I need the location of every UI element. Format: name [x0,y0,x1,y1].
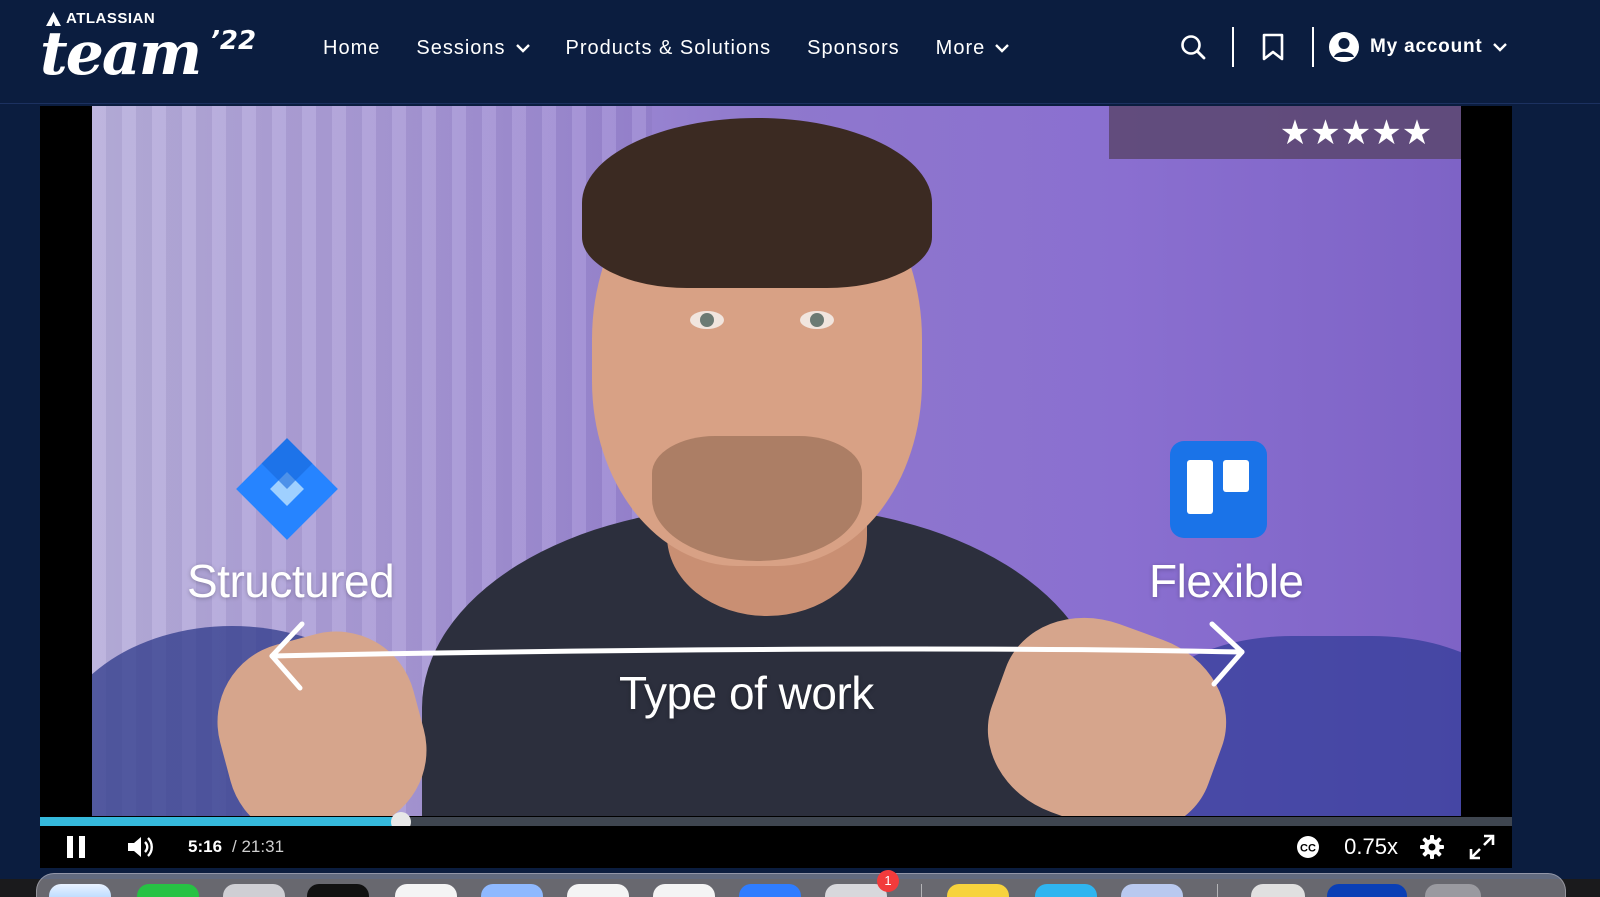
fullscreen-button[interactable] [1452,826,1512,868]
trello-icon [1170,441,1267,538]
dock-separator [921,884,922,897]
video-progress-bar[interactable] [40,812,1512,832]
trash-icon[interactable] [1425,884,1481,897]
app-icon[interactable] [223,884,285,897]
overlay-flexible: Flexible [1149,555,1304,607]
finder-icon[interactable] [49,884,111,897]
nav-more-label: More [935,36,986,59]
nav-sessions-label: Sessions [416,36,506,59]
playback-speed-button[interactable]: 0.75x [1344,834,1398,860]
nav-home[interactable]: Home [323,37,380,60]
overlay-type-of-work: Type of work [619,667,874,719]
team22-logo[interactable]: ATLASSIAN team ’22 [40,8,260,94]
app-icon[interactable] [1121,884,1183,897]
presenter-eye [690,311,724,329]
window-thumbnail[interactable] [1251,884,1305,897]
header-divider [1312,27,1314,67]
my-account-menu[interactable]: My account [1328,31,1507,63]
app-icon[interactable] [395,884,457,897]
closed-captions-icon: CC [1297,836,1320,858]
header-actions: My account [1168,22,1507,72]
video-controls: 5:16 / 21:31 CC 0.75x [40,826,1512,868]
bookmark-button[interactable] [1248,22,1298,72]
nav-sessions[interactable]: Sessions [416,36,530,60]
macos-dock: 1 [36,870,1566,897]
settings-button[interactable] [1412,826,1452,868]
presenter-beard [652,436,862,561]
nav-sponsors-label: Sponsors [807,36,900,59]
dock-separator [1217,884,1218,897]
nav-home-label: Home [323,36,381,59]
user-avatar-icon [1329,32,1359,62]
event-wordmark: team [40,19,202,89]
video-frame[interactable]: ★★★★★ Structured Flexible Type of work [92,106,1461,816]
notification-badge: 1 [877,870,899,892]
nav-products-label: Products & Solutions [565,36,772,59]
app-icon[interactable] [653,884,715,897]
overlay-structured: Structured [187,555,395,607]
event-year: ’22 [210,26,257,56]
chevron-down-icon [995,43,1010,53]
terminal-icon[interactable] [307,884,369,897]
volume-icon [128,837,153,857]
nav-sponsors[interactable]: Sponsors [807,37,900,60]
gear-icon [1420,835,1444,859]
chevron-down-icon [1492,42,1507,52]
captions-button[interactable]: CC [1286,826,1330,868]
search-icon [1181,35,1206,60]
presenter-hair [582,118,932,288]
app-icon[interactable] [481,884,543,897]
rating-stars[interactable]: ★★★★★ [1109,106,1461,159]
pause-icon [67,836,85,858]
nav-products-solutions[interactable]: Products & Solutions [566,37,772,60]
site-header: ATLASSIAN team ’22 Home Sessions Product… [0,0,1600,104]
captions-label: CC [1300,843,1316,855]
app-icon[interactable] [739,884,801,897]
chevron-down-icon [515,43,530,53]
app-icon[interactable] [1035,884,1097,897]
my-account-label: My account [1370,36,1483,57]
chrome-icon[interactable] [567,884,629,897]
nav-more[interactable]: More [936,37,1010,60]
window-thumbnail[interactable] [1327,884,1407,897]
star-rating-icons: ★★★★★ [1279,113,1433,152]
video-progress-fill [40,817,401,826]
volume-button[interactable] [112,826,168,868]
fullscreen-icon [1469,834,1495,860]
current-time: 5:16 [188,837,223,856]
notes-icon[interactable] [947,884,1009,897]
jira-icon [236,438,338,540]
header-divider [1232,27,1234,67]
pause-button[interactable] [40,826,112,868]
bookmark-icon [1262,33,1284,61]
messages-icon[interactable] [137,884,199,897]
total-time: / 21:31 [232,837,285,856]
main-nav: Home Sessions Products & Solutions Spons… [323,30,1045,66]
presenter-eye [800,311,834,329]
video-player[interactable]: ★★★★★ Structured Flexible Type of work 5… [40,106,1512,868]
search-button[interactable] [1168,22,1218,72]
